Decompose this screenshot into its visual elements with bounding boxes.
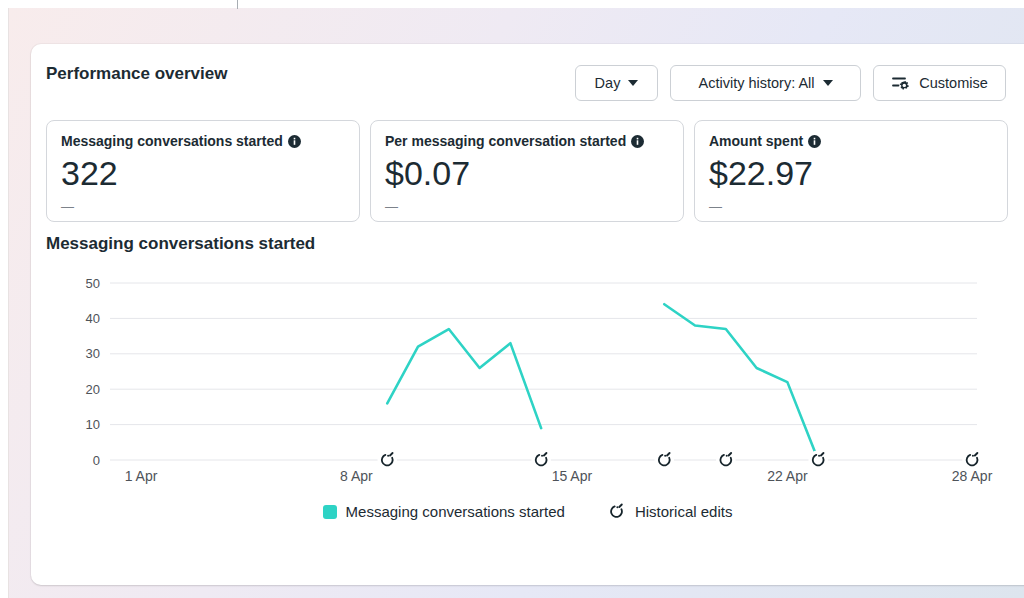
metric-secondary: —	[61, 199, 345, 214]
historical-edit-icon	[607, 502, 626, 521]
svg-text:8 Apr: 8 Apr	[340, 468, 373, 484]
legend-item-edits: Historical edits	[607, 502, 733, 521]
metric-value: 322	[61, 154, 345, 193]
chart-legend: Messaging conversations started Historic…	[31, 502, 1024, 521]
svg-text:28 Apr: 28 Apr	[952, 468, 993, 484]
info-icon[interactable]	[808, 135, 821, 148]
caret-down-icon	[823, 80, 833, 86]
metric-secondary: —	[385, 199, 669, 214]
metric-label: Amount spent	[709, 133, 803, 149]
svg-text:15 Apr: 15 Apr	[552, 468, 593, 484]
metric-card-per-conversation[interactable]: Per messaging conversation started $0.07…	[370, 120, 684, 222]
top-divider-line	[237, 0, 238, 9]
svg-text:0: 0	[93, 453, 100, 468]
metric-label: Messaging conversations started	[61, 133, 283, 149]
customise-button[interactable]: Customise	[873, 65, 1006, 101]
legend-item-series: Messaging conversations started	[323, 503, 565, 520]
performance-overview-panel: Performance overview Day Activity histor…	[31, 44, 1024, 585]
chart-title: Messaging conversations started	[46, 234, 315, 254]
line-chart: 0 10 20 30 40 50 1 Apr 8 Apr 15 Apr 22 Apr 28 Apr	[31, 264, 1024, 496]
metric-cards: Messaging conversations started 322 — Pe…	[46, 120, 1008, 222]
metric-value: $22.97	[709, 154, 993, 193]
customise-icon	[891, 73, 911, 93]
legend-label: Messaging conversations started	[346, 503, 565, 520]
panel-title: Performance overview	[46, 64, 227, 84]
svg-text:50: 50	[86, 276, 100, 291]
svg-text:10: 10	[86, 417, 100, 432]
caret-down-icon	[628, 80, 638, 86]
panel-controls: Day Activity history: All Customise	[575, 65, 1006, 101]
info-icon[interactable]	[631, 135, 644, 148]
customise-label: Customise	[919, 75, 988, 91]
day-dropdown[interactable]: Day	[575, 65, 658, 101]
metric-card-amount-spent[interactable]: Amount spent $22.97 —	[694, 120, 1008, 222]
svg-text:30: 30	[86, 346, 100, 361]
day-dropdown-label: Day	[595, 75, 621, 91]
metric-secondary: —	[709, 199, 993, 214]
activity-history-label: Activity history: All	[698, 75, 814, 91]
svg-text:40: 40	[86, 311, 100, 326]
activity-history-dropdown[interactable]: Activity history: All	[670, 65, 861, 101]
info-icon[interactable]	[288, 135, 301, 148]
svg-text:20: 20	[86, 382, 100, 397]
legend-swatch	[323, 505, 337, 519]
metric-card-conversations[interactable]: Messaging conversations started 322 —	[46, 120, 360, 222]
metric-value: $0.07	[385, 154, 669, 193]
svg-text:22 Apr: 22 Apr	[767, 468, 808, 484]
metric-label: Per messaging conversation started	[385, 133, 626, 149]
svg-text:1 Apr: 1 Apr	[125, 468, 158, 484]
legend-label: Historical edits	[635, 503, 733, 520]
